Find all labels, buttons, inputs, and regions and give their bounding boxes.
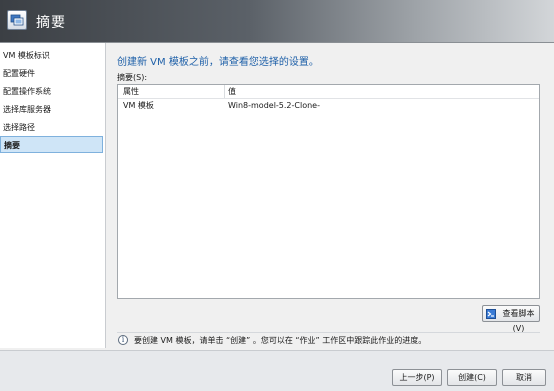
wizard-header: 摘要 <box>0 0 554 43</box>
page-title: 摘要 <box>36 15 66 31</box>
sidebar-item-configure-os[interactable]: 配置操作系统 <box>0 83 103 100</box>
info-text: 要创建 VM 模板，请单击 “创建” 。您可以在 “作业” 工作区中跟踪此作业的… <box>134 336 427 345</box>
info-icon: i <box>118 335 128 345</box>
script-icon <box>486 309 496 319</box>
row-property: VM 模板 <box>123 101 154 110</box>
sidebar-item-select-path[interactable]: 选择路径 <box>0 119 103 136</box>
wizard-step-sidebar: VM 模板标识 配置硬件 配置操作系统 选择库服务器 选择路径 摘要 <box>0 43 106 348</box>
main-heading: 创建新 VM 模板之前，请查看您选择的设置。 <box>117 57 319 68</box>
sidebar-item-summary[interactable]: 摘要 <box>0 136 103 153</box>
view-script-button[interactable]: 查看脚本(V) <box>482 305 540 333</box>
sidebar-item-configure-hardware[interactable]: 配置硬件 <box>0 65 103 82</box>
cancel-button[interactable]: 取消 <box>502 369 546 386</box>
sidebar-item-vm-template-identity[interactable]: VM 模板标识 <box>0 47 103 64</box>
create-button[interactable]: 创建(C) <box>447 369 497 386</box>
table-row[interactable]: VM 模板 Win8-model-5.2-Clone- <box>118 98 539 112</box>
grid-header: 属性 值 <box>118 85 539 99</box>
column-header-property[interactable]: 属性 <box>123 85 139 98</box>
back-button[interactable]: 上一步(P) <box>392 369 442 386</box>
column-divider[interactable] <box>224 85 225 98</box>
summary-label: 摘要(S): <box>117 73 148 82</box>
summary-grid[interactable]: 属性 值 VM 模板 Win8-model-5.2-Clone- <box>117 84 540 299</box>
info-bar: i 要创建 VM 模板，请单击 “创建” 。您可以在 “作业” 工作区中跟踪此作… <box>117 332 540 349</box>
vm-template-icon <box>7 10 27 30</box>
row-value: Win8-model-5.2-Clone- <box>228 101 320 110</box>
column-header-value[interactable]: 值 <box>228 85 236 98</box>
sidebar-item-select-library-server[interactable]: 选择库服务器 <box>0 101 103 118</box>
